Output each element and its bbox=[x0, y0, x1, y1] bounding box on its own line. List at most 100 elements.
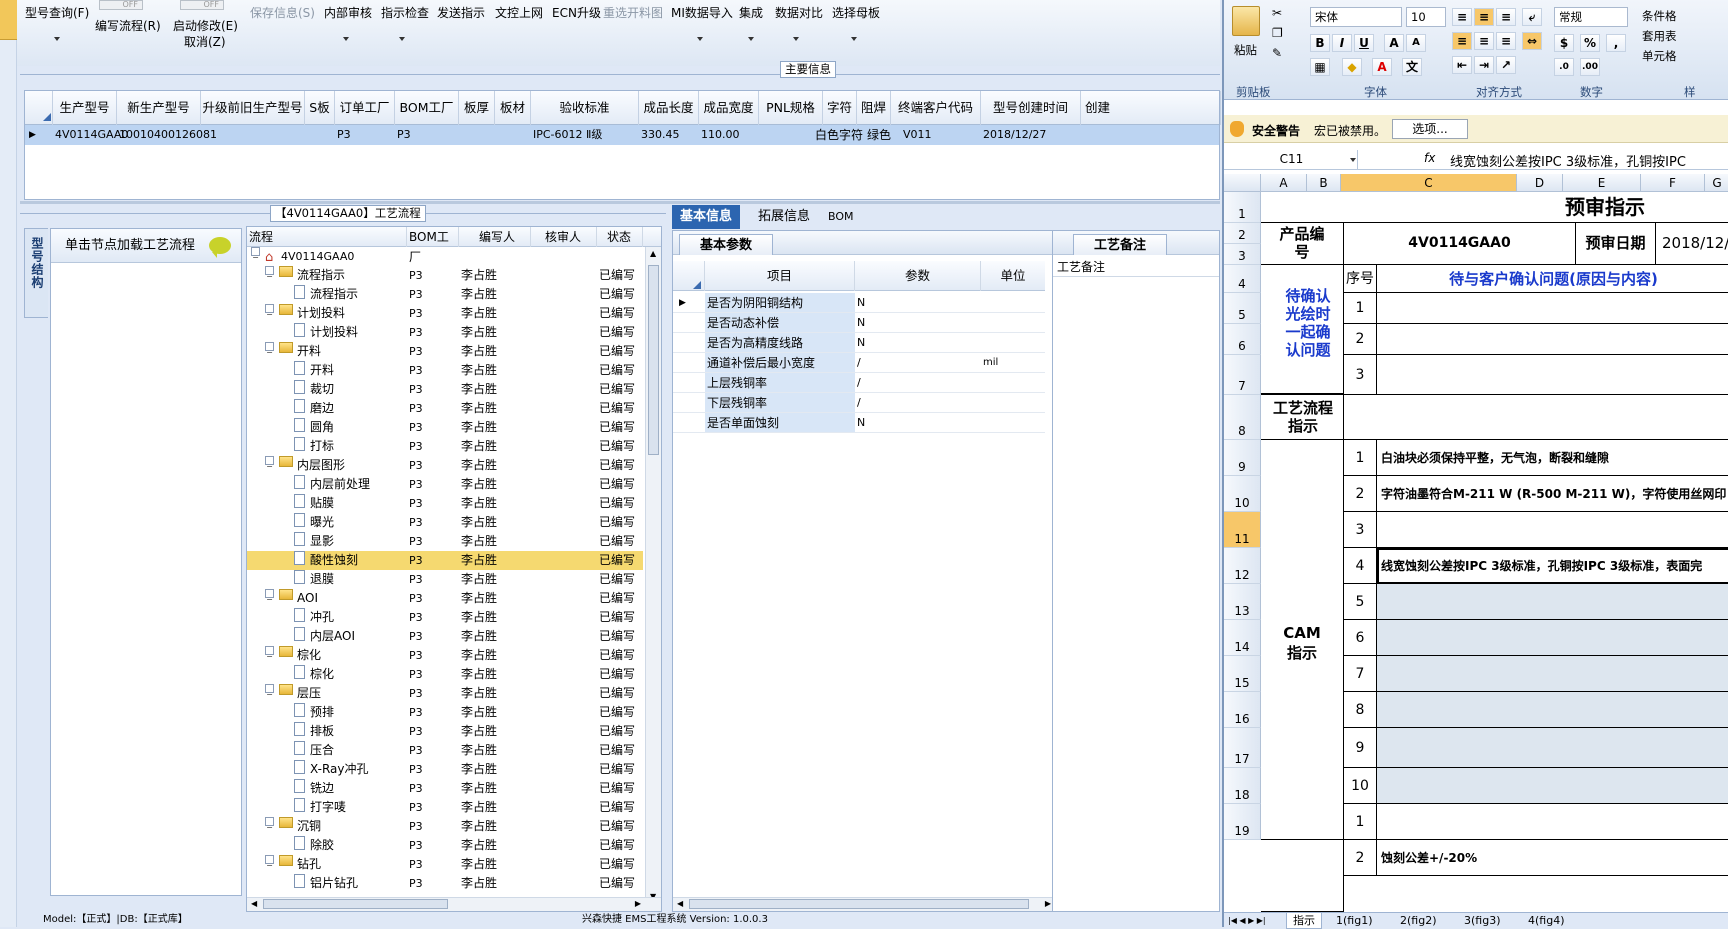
col-header[interactable]: 单位 bbox=[981, 261, 1045, 291]
process-cell[interactable] bbox=[1344, 395, 1728, 440]
col-header[interactable]: B bbox=[1307, 174, 1341, 192]
chevron-down-icon[interactable] bbox=[748, 37, 754, 41]
row-header[interactable]: 14 bbox=[1224, 620, 1261, 656]
bold-button[interactable]: B bbox=[1310, 34, 1330, 52]
grow-font-icon[interactable]: A bbox=[1384, 34, 1404, 52]
confirm-label[interactable]: 待确认光绘时一起确认问题 bbox=[1261, 265, 1344, 395]
structure-header[interactable]: 单击节点加载工艺流程 bbox=[51, 229, 241, 263]
sheet-tab[interactable]: 4(fig4) bbox=[1528, 913, 1565, 928]
sheet-title[interactable]: 预审指示 bbox=[1261, 192, 1728, 223]
tree-row[interactable]: 内层前处理 P3 李占胜 已编写 bbox=[247, 475, 643, 494]
col-header[interactable]: 状态 bbox=[597, 227, 643, 247]
seq-number[interactable]: 6 bbox=[1344, 620, 1377, 656]
currency-icon[interactable]: $ bbox=[1554, 34, 1574, 52]
tree-row[interactable]: 打字唛 P3 李占胜 已编写 bbox=[247, 798, 643, 817]
tree-row[interactable]: 圆角 P3 李占胜 已编写 bbox=[247, 418, 643, 437]
col-header[interactable]: F bbox=[1641, 174, 1705, 192]
scroll-left-icon[interactable]: ◀ bbox=[251, 899, 257, 908]
increase-decimal-icon[interactable]: .0 bbox=[1554, 58, 1574, 76]
tree-row[interactable]: 显影 P3 李占胜 已编写 bbox=[247, 532, 643, 551]
selected-cell[interactable]: 线宽蚀刻公差按IPC 3级标准，孔铜按IPC 3级标准，表面完 bbox=[1377, 548, 1728, 584]
seq-number[interactable]: 4 bbox=[1344, 548, 1377, 584]
left-strip-selected[interactable] bbox=[0, 0, 17, 40]
format-painter-icon[interactable]: ✎ bbox=[1272, 46, 1282, 60]
tree-row[interactable]: 裁切 P3 李占胜 已编写 bbox=[247, 380, 643, 399]
col-header[interactable]: 验收标准 bbox=[531, 91, 639, 125]
collapse-icon[interactable]: − bbox=[265, 589, 274, 604]
col-header[interactable]: BOM工厂 bbox=[407, 227, 459, 264]
row-header[interactable]: 4 bbox=[1224, 265, 1261, 293]
options-button[interactable]: 选项... bbox=[1392, 119, 1468, 139]
font-size-select[interactable]: 10 bbox=[1406, 7, 1446, 27]
borders-icon[interactable]: ▦ bbox=[1310, 58, 1330, 76]
col-header[interactable]: 订单工厂 bbox=[335, 91, 395, 125]
toolbar-save[interactable]: 保存信息(S) bbox=[250, 4, 315, 21]
number-format-select[interactable]: 常规 bbox=[1554, 7, 1628, 27]
row-header[interactable]: 10 bbox=[1224, 476, 1261, 512]
col-header[interactable]: 阻焊 bbox=[857, 91, 891, 125]
param-value[interactable]: N bbox=[857, 413, 865, 433]
scroll-thumb[interactable] bbox=[689, 899, 1029, 909]
tree-row[interactable]: 预排 P3 李占胜 已编写 bbox=[247, 703, 643, 722]
toolbar-send[interactable]: 发送指示 bbox=[437, 4, 485, 21]
collapse-icon[interactable]: − bbox=[265, 684, 274, 699]
param-value[interactable]: / bbox=[857, 373, 861, 393]
align-center-icon[interactable]: ≡ bbox=[1474, 32, 1494, 50]
param-value[interactable]: N bbox=[857, 333, 865, 353]
toolbar-model-query[interactable]: 型号查询(F) bbox=[25, 4, 89, 21]
tree-root[interactable]: − ⌂ 4V0114GAA0 bbox=[247, 247, 643, 266]
row-header[interactable]: 3 bbox=[1224, 244, 1261, 265]
content-cell[interactable] bbox=[1377, 656, 1728, 692]
param-value[interactable]: / bbox=[857, 393, 861, 413]
col-header[interactable]: BOM工厂 bbox=[395, 91, 459, 125]
toolbar-cancel[interactable]: 取消(Z) bbox=[184, 33, 226, 50]
tree-row[interactable]: 流程指示 P3 李占胜 已编写 bbox=[247, 285, 643, 304]
paste-icon[interactable] bbox=[1232, 6, 1260, 36]
wrap-text-icon[interactable]: ⤶ bbox=[1522, 8, 1542, 26]
scroll-up-icon[interactable]: ▲ bbox=[650, 249, 656, 258]
tree-row[interactable]: 磨边 P3 李占胜 已编写 bbox=[247, 399, 643, 418]
collapse-icon[interactable]: − bbox=[265, 342, 274, 357]
col-header[interactable]: 编写人 bbox=[459, 227, 531, 247]
row-header[interactable]: 9 bbox=[1224, 440, 1261, 476]
param-row[interactable]: ▶ 是否为阴阳铜结构 N bbox=[673, 293, 1045, 313]
content-cell[interactable] bbox=[1377, 620, 1728, 656]
col-header[interactable]: PNL规格 bbox=[759, 91, 823, 125]
param-value[interactable]: / bbox=[857, 353, 861, 373]
content-cell[interactable] bbox=[1377, 584, 1728, 620]
row-header[interactable]: 18 bbox=[1224, 768, 1261, 804]
tree-row[interactable]: 铝片钻孔 P3 李占胜 已编写 bbox=[247, 874, 643, 893]
cut-icon[interactable]: ✂ bbox=[1272, 6, 1282, 20]
tree-row[interactable]: − 棕化 P3 李占胜 已编写 bbox=[247, 646, 643, 665]
fill-color-icon[interactable]: ◆ bbox=[1342, 58, 1362, 76]
percent-icon[interactable]: % bbox=[1580, 34, 1600, 52]
chevron-down-icon[interactable] bbox=[399, 37, 405, 41]
param-row[interactable]: 通道补偿后最小宽度 / mil bbox=[673, 353, 1045, 373]
content-cell[interactable] bbox=[1377, 728, 1728, 768]
content-cell[interactable] bbox=[1377, 355, 1728, 395]
content-cell[interactable] bbox=[1377, 692, 1728, 728]
toolbar-start-edit[interactable]: 启动修改(E) bbox=[173, 17, 238, 34]
seq-number[interactable]: 2 bbox=[1344, 476, 1377, 512]
row-header[interactable]: 2 bbox=[1224, 223, 1261, 244]
param-value[interactable]: N bbox=[857, 313, 865, 333]
col-header[interactable]: C bbox=[1341, 174, 1517, 192]
col-header[interactable]: 字符 bbox=[823, 91, 857, 125]
col-header[interactable]: A bbox=[1261, 174, 1307, 192]
sheet-nav-icon[interactable]: |◀ ◀ ▶ ▶| bbox=[1228, 913, 1266, 928]
date-label[interactable]: 预审日期 bbox=[1576, 223, 1656, 265]
horizontal-scrollbar[interactable]: ◀ ▶ bbox=[673, 897, 1055, 911]
chat-bubble-icon[interactable] bbox=[209, 237, 231, 258]
row-header[interactable]: 11 bbox=[1224, 512, 1261, 548]
date-value[interactable]: 2018/12/28 bbox=[1656, 223, 1728, 265]
issues-label[interactable]: 待与客户确认问题(原因与内容) bbox=[1377, 265, 1728, 293]
row-header[interactable]: 5 bbox=[1224, 293, 1261, 324]
col-header[interactable]: 创建 bbox=[1081, 91, 1221, 125]
toolbar-doc-online[interactable]: 文控上网 bbox=[495, 4, 543, 21]
row-header[interactable]: 7 bbox=[1224, 355, 1261, 395]
tab-extended-info[interactable]: 拓展信息 bbox=[750, 205, 818, 229]
toolbar-check[interactable]: 指示检查 bbox=[381, 4, 429, 21]
align-middle-icon[interactable]: ≡ bbox=[1474, 8, 1494, 26]
tree-row[interactable]: 曝光 P3 李占胜 已编写 bbox=[247, 513, 643, 532]
col-header[interactable]: 流程 bbox=[247, 227, 407, 247]
